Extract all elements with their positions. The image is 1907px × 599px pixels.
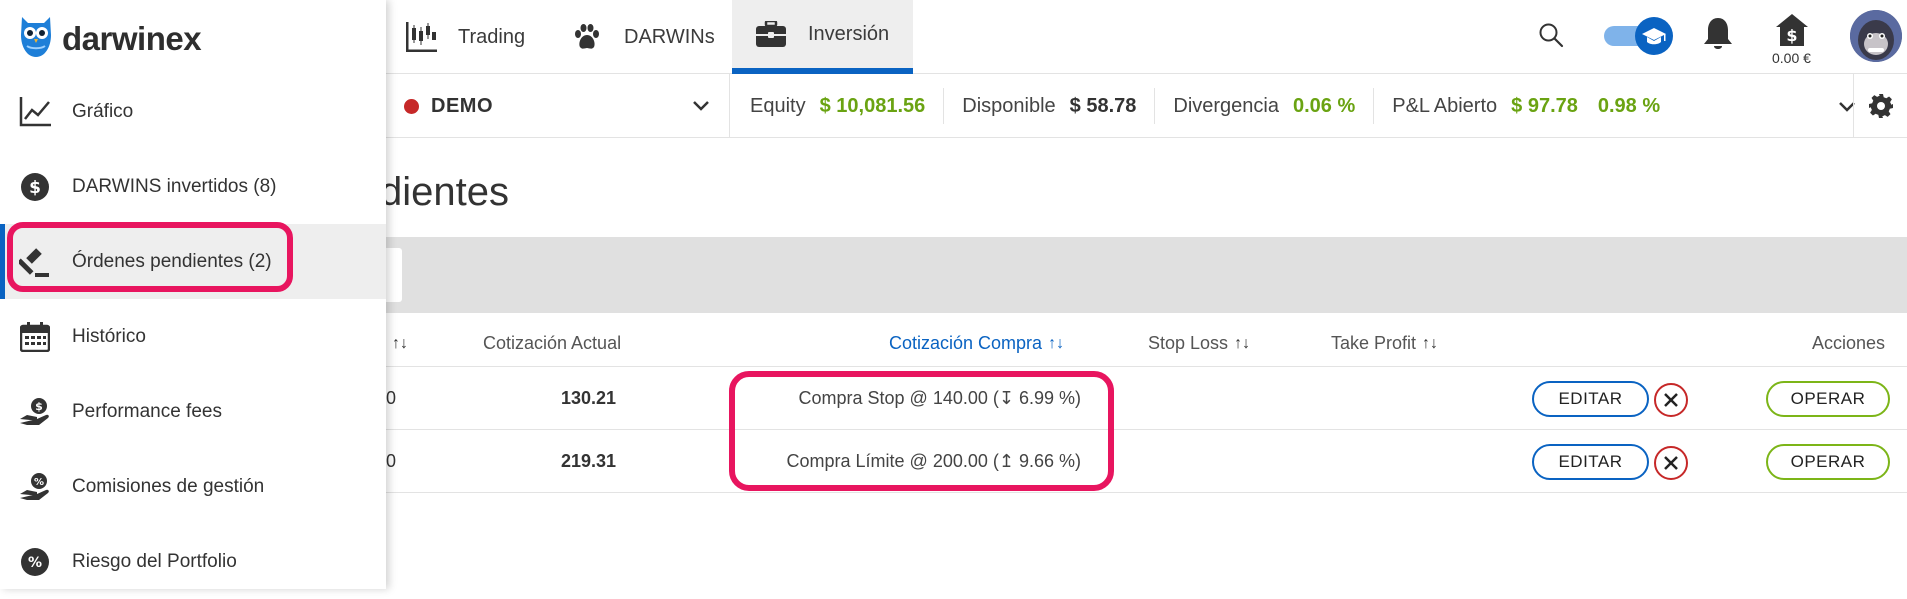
sort-arrows-icon: ↑↓ — [392, 334, 408, 352]
tab-inversion-label: Inversión — [808, 22, 890, 45]
notifications-bell-icon[interactable] — [1700, 14, 1736, 54]
line-chart-icon — [18, 95, 52, 129]
sidebar-item-label: Riesgo del Portfolio — [72, 550, 237, 572]
cell-current-price: 219.31 — [560, 451, 616, 471]
percent-circle-icon: % — [18, 545, 52, 579]
metric-value: $ 97.78 — [1511, 94, 1578, 117]
metric-value: $ 58.78 — [1069, 94, 1137, 117]
column-header-actions: Acciones — [1812, 333, 1886, 353]
search-icon[interactable] — [1536, 20, 1566, 50]
cell-buy-order: Compra Stop @ 140.00 (↧ 6.99 %) — [798, 388, 1082, 408]
cell-buy-order: Compra Límite @ 200.00 (↥ 9.66 %) — [786, 451, 1081, 471]
column-header-take-profit[interactable]: Take Profit ↑↓ — [1331, 320, 1438, 367]
wallet-house-icon[interactable]: $ — [1772, 12, 1812, 48]
tab-trading-label: Trading — [458, 25, 526, 48]
sidebar-item-label: Comisiones de gestión — [72, 475, 265, 497]
chevron-down-icon — [691, 95, 711, 120]
svg-text:$: $ — [1786, 26, 1797, 45]
tab-inversion[interactable]: Inversión — [732, 0, 913, 74]
column-header-buy-price[interactable]: Cotización Compra ↑↓ — [889, 320, 1064, 367]
metric-label: Divergencia — [1173, 94, 1279, 117]
metric-label: Equity — [750, 94, 806, 117]
column-header-sort-1[interactable]: ↑↓ — [386, 320, 408, 367]
table-header: ↑↓ Cotización Actual Cotización Compra ↑… — [386, 320, 1907, 367]
account-selector[interactable]: DEMO — [386, 74, 730, 138]
calendar-icon — [18, 320, 52, 354]
avatar[interactable] — [1850, 10, 1902, 62]
account-metrics: Equity $ 10,081.56 Disponible $ 58.78 Di… — [732, 74, 1678, 138]
column-header-stop-loss[interactable]: Stop Loss ↑↓ — [1148, 320, 1250, 367]
sort-arrows-icon: ↑↓ — [1234, 334, 1251, 352]
column-header-label: Take Profit — [1331, 333, 1417, 353]
cancel-order-close-icon[interactable] — [1654, 446, 1688, 480]
sort-arrows-icon: ↑↓ — [1422, 334, 1439, 352]
metric-label: P&L Abierto — [1392, 94, 1498, 117]
trade-button[interactable]: OPERAR — [1766, 444, 1890, 480]
sidebar-item-label: Histórico — [72, 325, 146, 347]
sidebar-item-label: Gráfico — [72, 100, 134, 122]
owl-logo-icon — [18, 15, 54, 64]
dollar-circle-icon: $ — [18, 170, 52, 204]
account-status-dot — [404, 98, 419, 114]
svg-text:%: % — [34, 477, 44, 488]
column-header-label: Stop Loss — [1148, 333, 1229, 353]
tab-trading[interactable]: Trading — [404, 0, 552, 74]
sidebar-item-grafico[interactable]: Gráfico — [0, 74, 386, 149]
sidebar-item-label: DARWINS invertidos (8) — [72, 175, 277, 197]
briefcase-icon — [754, 17, 788, 51]
trade-button[interactable]: OPERAR — [1766, 381, 1890, 417]
account-name: DEMO — [431, 94, 493, 117]
sidebar: darwinex Gráfico $ DARWINS invertidos (8… — [0, 0, 386, 589]
filter-bar — [386, 237, 1907, 313]
svg-text:$: $ — [35, 400, 43, 413]
edit-button[interactable]: EDITAR — [1532, 381, 1649, 417]
column-header-current-price: Cotización Actual — [483, 333, 622, 353]
paw-icon — [570, 20, 604, 54]
academy-toggle[interactable] — [1602, 16, 1674, 56]
metric-open-pnl: P&L Abierto $ 97.78 0.98 % — [1374, 88, 1678, 124]
hand-percent-icon: % — [18, 470, 52, 504]
sidebar-item-comisiones-gestion[interactable]: % Comisiones de gestión — [0, 449, 386, 524]
tab-darwins[interactable]: DARWINs — [570, 0, 720, 74]
metric-label: Disponible — [962, 94, 1056, 117]
tab-darwins-label: DARWINs — [624, 25, 715, 48]
svg-text:%: % — [28, 555, 42, 571]
sidebar-item-darwins-invertidos[interactable]: $ DARWINS invertidos (8) — [0, 149, 386, 224]
metric-value-percent: 0.98 % — [1597, 94, 1661, 117]
page-title: dientes — [380, 170, 509, 214]
column-header-label: Cotización Compra — [889, 333, 1043, 353]
sidebar-item-ordenes-pendientes[interactable]: Órdenes pendientes (2) — [0, 224, 386, 299]
account-bar: DEMO Equity $ 10,081.56 Disponible $ 58.… — [386, 74, 1907, 138]
cancel-order-close-icon[interactable] — [1654, 383, 1688, 417]
metric-equity: Equity $ 10,081.56 — [732, 88, 945, 124]
svg-text:$: $ — [29, 178, 41, 198]
gear-icon[interactable] — [1853, 74, 1907, 138]
sidebar-item-performance-fees[interactable]: $ Performance fees — [0, 374, 386, 449]
sort-arrows-icon: ↑↓ — [1048, 334, 1065, 352]
sidebar-item-label: Performance fees — [72, 400, 222, 422]
sidebar-item-riesgo-portfolio[interactable]: % Riesgo del Portfolio — [0, 524, 386, 599]
search-input[interactable] — [386, 248, 402, 302]
wallet-balance: 0.00 € — [1772, 50, 1811, 66]
sidebar-item-historico[interactable]: Histórico — [0, 299, 386, 374]
sidebar-item-label: Órdenes pendientes (2) — [72, 250, 272, 272]
table-row: )0 130.21 Compra Stop @ 140.00 (↧ 6.99 %… — [380, 367, 1907, 430]
metric-divergence: Divergencia 0.06 % — [1155, 88, 1375, 124]
table-row: )0 219.31 Compra Límite @ 200.00 (↥ 9.66… — [380, 430, 1907, 493]
hand-coin-icon: $ — [18, 395, 52, 429]
metric-value: 0.06 % — [1292, 94, 1356, 117]
metric-value: $ 10,081.56 — [819, 94, 926, 117]
gavel-icon — [18, 245, 52, 279]
metric-available: Disponible $ 58.78 — [944, 88, 1156, 124]
candlestick-chart-icon — [404, 20, 438, 54]
edit-button[interactable]: EDITAR — [1532, 444, 1649, 480]
logo[interactable]: darwinex — [18, 12, 202, 66]
brand-name: darwinex — [62, 20, 202, 57]
cell-current-price: 130.21 — [560, 388, 616, 408]
